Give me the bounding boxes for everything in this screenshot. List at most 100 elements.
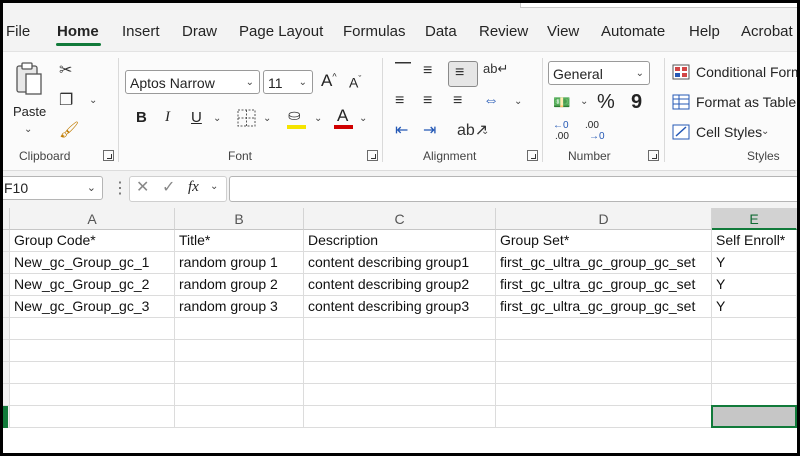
- row-header[interactable]: [3, 252, 10, 274]
- increase-decimal-button[interactable]: ←0 .00: [553, 120, 577, 144]
- enter-icon[interactable]: ✓: [162, 179, 175, 197]
- cell-d3[interactable]: first_gc_ultra_gc_group_gc_set: [496, 274, 712, 296]
- cell-e6[interactable]: [712, 340, 797, 362]
- bold-button[interactable]: B: [136, 109, 147, 126]
- tab-home[interactable]: Home: [57, 23, 99, 40]
- cell-e8[interactable]: [712, 384, 797, 406]
- cell-e5[interactable]: [712, 318, 797, 340]
- align-right-icon[interactable]: ≡: [453, 92, 462, 110]
- cell-a3[interactable]: New_gc_Group_gc_2: [10, 274, 175, 296]
- cell-b8[interactable]: [175, 384, 304, 406]
- font-size-select[interactable]: 11 ⌄: [263, 70, 313, 94]
- row-header[interactable]: [3, 384, 10, 406]
- number-format-select[interactable]: General ⌄: [548, 61, 650, 85]
- more-options-icon[interactable]: ⋮: [112, 178, 128, 198]
- cell-c1[interactable]: Description: [304, 230, 496, 252]
- cell-e1[interactable]: Self Enroll*: [712, 230, 797, 252]
- row-header[interactable]: [3, 296, 10, 318]
- decrease-font-size-button[interactable]: Aˇ: [349, 74, 361, 91]
- cell-c2[interactable]: content describing group1: [304, 252, 496, 274]
- copy-dropdown-icon[interactable]: ⌄: [89, 95, 97, 106]
- cell-c9[interactable]: [304, 406, 496, 428]
- cell-b3[interactable]: random group 2: [175, 274, 304, 296]
- cell-styles-button[interactable]: Cell Styles ⌄: [672, 122, 782, 144]
- cell-a9[interactable]: [10, 406, 175, 428]
- cell-a6[interactable]: [10, 340, 175, 362]
- cell-c7[interactable]: [304, 362, 496, 384]
- comma-style-button[interactable]: 9: [631, 91, 642, 114]
- increase-indent-icon[interactable]: ⇥: [423, 122, 436, 140]
- decrease-decimal-button[interactable]: .00 →0: [585, 120, 609, 144]
- cell-d7[interactable]: [496, 362, 712, 384]
- selected-cell[interactable]: [711, 405, 797, 428]
- cell-b7[interactable]: [175, 362, 304, 384]
- format-as-table-button[interactable]: Format as Table: [672, 92, 797, 114]
- top-align-icon[interactable]: ⎺: [395, 62, 411, 80]
- cell-c5[interactable]: [304, 318, 496, 340]
- cell-a5[interactable]: [10, 318, 175, 340]
- row-header[interactable]: [3, 230, 10, 252]
- borders-dropdown-icon[interactable]: ⌄: [263, 113, 271, 124]
- tab-insert[interactable]: Insert: [122, 23, 160, 40]
- formula-input[interactable]: [229, 176, 797, 202]
- column-header-e[interactable]: E: [712, 208, 797, 230]
- number-launcher-icon[interactable]: [648, 150, 659, 161]
- column-header-c[interactable]: C: [304, 208, 496, 230]
- cancel-icon[interactable]: ✕: [136, 179, 149, 197]
- cell-b6[interactable]: [175, 340, 304, 362]
- conditional-formatting-button[interactable]: Conditional Form: [672, 62, 797, 84]
- column-header-b[interactable]: B: [175, 208, 304, 230]
- increase-font-size-button[interactable]: A^: [321, 71, 337, 91]
- tab-help[interactable]: Help: [689, 23, 720, 40]
- cell-c6[interactable]: [304, 340, 496, 362]
- fill-color-dropdown-icon[interactable]: ⌄: [314, 113, 322, 124]
- column-header-a[interactable]: A: [10, 208, 175, 230]
- copy-icon[interactable]: ❐: [59, 92, 73, 110]
- cell-c3[interactable]: content describing group2: [304, 274, 496, 296]
- font-color-dropdown-icon[interactable]: ⌄: [359, 113, 367, 124]
- tab-draw[interactable]: Draw: [182, 23, 217, 40]
- cell-b5[interactable]: [175, 318, 304, 340]
- tab-review[interactable]: Review: [479, 23, 528, 40]
- tab-page-layout[interactable]: Page Layout: [239, 23, 323, 40]
- row-header[interactable]: [3, 362, 10, 384]
- cell-a7[interactable]: [10, 362, 175, 384]
- accounting-dropdown-icon[interactable]: ⌄: [580, 96, 588, 107]
- cell-d4[interactable]: first_gc_ultra_gc_group_gc_set: [496, 296, 712, 318]
- cell-a4[interactable]: New_gc_Group_gc_3: [10, 296, 175, 318]
- tab-formulas[interactable]: Formulas: [343, 23, 406, 40]
- cell-a1[interactable]: Group Code*: [10, 230, 175, 252]
- paste-button[interactable]: Paste ⌄: [9, 60, 49, 138]
- cell-b4[interactable]: random group 3: [175, 296, 304, 318]
- orientation-dropdown-icon[interactable]: ⌄: [481, 126, 489, 137]
- wrap-text-icon[interactable]: ab↵: [483, 60, 508, 78]
- clipboard-launcher-icon[interactable]: [103, 150, 114, 161]
- row-header[interactable]: [3, 318, 10, 340]
- cell-e7[interactable]: [712, 362, 797, 384]
- row-header[interactable]: [3, 274, 10, 296]
- cell-b1[interactable]: Title*: [175, 230, 304, 252]
- cell-b9[interactable]: [175, 406, 304, 428]
- tab-file[interactable]: File: [6, 23, 30, 40]
- cell-a2[interactable]: New_gc_Group_gc_1: [10, 252, 175, 274]
- alignment-launcher-icon[interactable]: [527, 150, 538, 161]
- fill-color-button[interactable]: ⛀: [286, 107, 308, 131]
- cell-e4[interactable]: Y: [712, 296, 797, 318]
- row-header[interactable]: [3, 340, 10, 362]
- font-launcher-icon[interactable]: [367, 150, 378, 161]
- cell-d1[interactable]: Group Set*: [496, 230, 712, 252]
- tab-automate[interactable]: Automate: [601, 23, 665, 40]
- accounting-format-icon[interactable]: 💵: [553, 93, 570, 111]
- spreadsheet-grid[interactable]: A B C D E Group Code* Title* Description Gr…: [3, 208, 797, 453]
- cell-b2[interactable]: random group 1: [175, 252, 304, 274]
- cell-d6[interactable]: [496, 340, 712, 362]
- tab-data[interactable]: Data: [425, 23, 457, 40]
- decrease-indent-icon[interactable]: ⇤: [395, 122, 408, 140]
- bottom-align-button[interactable]: ≡: [448, 61, 478, 87]
- font-color-button[interactable]: A: [334, 105, 354, 131]
- merge-center-icon[interactable]: ⇔: [483, 92, 499, 110]
- cell-d9[interactable]: [496, 406, 712, 428]
- cell-d5[interactable]: [496, 318, 712, 340]
- column-header-d[interactable]: D: [496, 208, 712, 230]
- align-left-icon[interactable]: ≡: [395, 92, 404, 110]
